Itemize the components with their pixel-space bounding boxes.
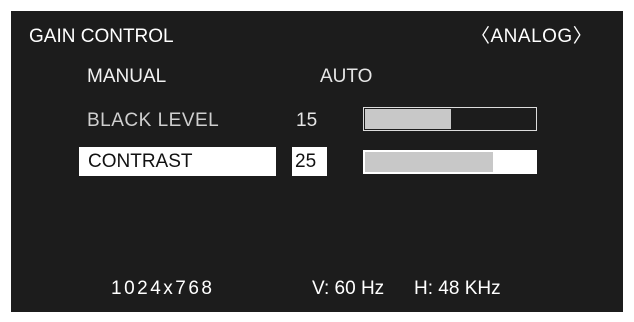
osd-panel: GAIN CONTROL 〈ANALOG〉 MANUAL AUTO BLACK … xyxy=(11,11,623,312)
resolution-readout: 1024x768 xyxy=(111,278,215,299)
black-level-label[interactable]: BLACK LEVEL xyxy=(87,111,219,130)
contrast-slider-fill xyxy=(365,152,493,172)
black-level-slider-fill xyxy=(365,109,451,129)
contrast-value: 25 xyxy=(295,151,317,172)
manual-option[interactable]: MANUAL xyxy=(87,67,166,86)
black-level-slider[interactable] xyxy=(363,107,537,131)
input-mode-indicator: 〈ANALOG〉 xyxy=(471,26,593,47)
vertical-frequency-readout: V: 60 Hz xyxy=(312,278,385,299)
contrast-label: CONTRAST xyxy=(88,151,193,172)
contrast-slider[interactable] xyxy=(363,150,537,174)
contrast-value-box: 25 xyxy=(292,147,327,176)
auto-option[interactable]: AUTO xyxy=(320,67,372,86)
black-level-value: 15 xyxy=(296,110,318,131)
contrast-row-highlight[interactable]: CONTRAST xyxy=(79,147,276,176)
osd-title: GAIN CONTROL xyxy=(29,26,174,47)
horizontal-frequency-readout: H: 48 KHz xyxy=(414,278,501,299)
